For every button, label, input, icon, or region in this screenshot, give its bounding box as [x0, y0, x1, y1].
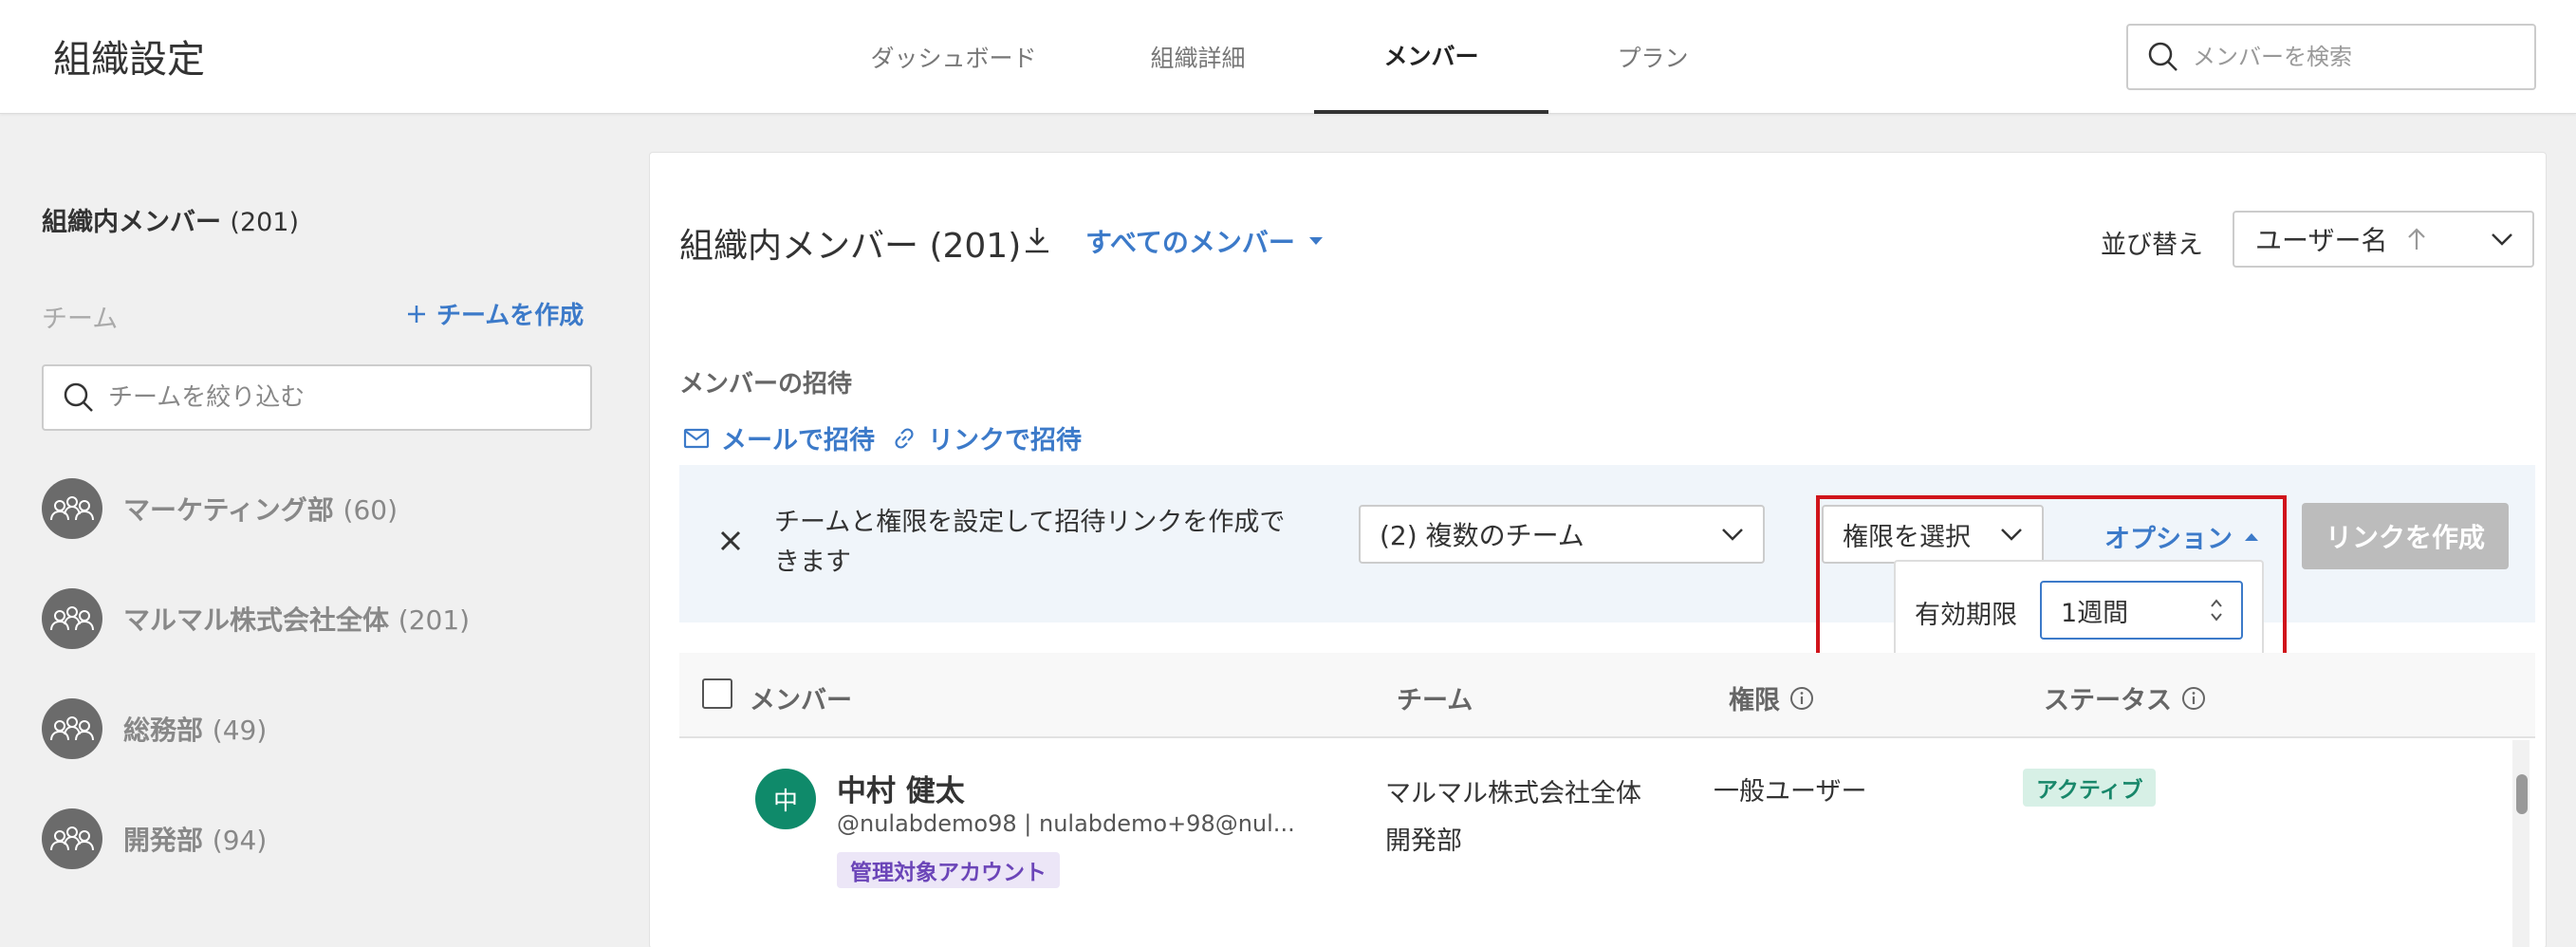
team-name: 開発部 (94) [123, 825, 268, 856]
column-header-team[interactable]: チーム [1397, 679, 1473, 716]
search-input[interactable] [2193, 44, 2515, 70]
team-name: マルマル株式会社全体 (201) [123, 604, 471, 636]
avatar: 中 [755, 769, 816, 829]
permission-placeholder: 権限を選択 [1843, 522, 1971, 552]
search-icon [2148, 42, 2178, 71]
chevron-down-icon [2001, 529, 2022, 541]
scrollbar-thumb[interactable] [2516, 774, 2528, 814]
options-label: オプション [2104, 525, 2233, 554]
expiry-select[interactable]: 1週間 [2040, 581, 2243, 640]
close-icon [720, 530, 741, 551]
invite-description: チームと権限を設定して招待リンクを作成できます [774, 508, 1286, 577]
team-name: マーケティング部 (60) [123, 494, 398, 526]
invite-team-select[interactable]: (2) 複数のチーム [1359, 505, 1765, 564]
close-invite-button[interactable] [713, 524, 748, 558]
expiry-label: 有効期限 [1915, 601, 2017, 630]
tab-dashboard[interactable]: ダッシュボード [825, 0, 1082, 114]
table-header [679, 653, 2535, 738]
member-team: マルマル株式会社全体 [1385, 779, 1641, 808]
info-icon[interactable] [1789, 686, 1814, 711]
invite-by-link-label: リンクで招待 [928, 426, 1082, 455]
team-group-icon [42, 698, 102, 759]
chevron-down-icon [1722, 529, 1743, 541]
sidebar-heading-label: 組織内メンバー [42, 208, 221, 237]
sidebar-team-item[interactable]: マルマル株式会社全体 (201) [42, 588, 470, 649]
team-group-icon [42, 478, 102, 539]
teams-label: チーム [42, 305, 119, 334]
member-permission: 一般ユーザー [1714, 777, 1867, 807]
options-toggle[interactable]: オプション [2104, 518, 2259, 555]
managed-account-badge: 管理対象アカウント [837, 852, 1060, 888]
members-title: 組織内メンバー (201) [679, 227, 1022, 266]
invite-by-email-link[interactable]: メールで招待 [683, 419, 875, 456]
member-filter-label: すべてのメンバー [1085, 227, 1295, 258]
column-header-member[interactable]: メンバー [750, 679, 852, 716]
invite-links: メールで招待 リンクで招待 [683, 419, 1082, 456]
search-icon [64, 382, 93, 412]
up-down-arrows-icon [2211, 599, 2222, 622]
create-team-button[interactable]: チームを作成 [406, 296, 584, 331]
create-link-button[interactable]: リンクを作成 [2302, 503, 2509, 569]
sort-value: ユーザー名 [2255, 225, 2388, 256]
invite-by-email-label: メールで招待 [721, 426, 875, 455]
tab-org-details[interactable]: 組織詳細 [1082, 0, 1314, 114]
invite-heading: メンバーの招待 [679, 370, 853, 399]
caret-up-icon [2245, 532, 2258, 541]
chevron-down-icon [2492, 233, 2512, 246]
sidebar-team-item[interactable]: 総務部 (49) [42, 698, 267, 759]
sidebar-heading[interactable]: 組織内メンバー (201) [42, 201, 299, 238]
team-filter[interactable] [42, 364, 592, 431]
download-icon[interactable] [1021, 224, 1053, 256]
member-name[interactable]: 中村 健太 [837, 767, 965, 809]
column-header-status[interactable]: ステータス [2044, 679, 2206, 716]
invite-team-value: (2) 複数のチーム [1380, 520, 1585, 551]
column-header-permission[interactable]: 権限 [1729, 679, 1814, 716]
mail-icon [683, 428, 710, 448]
page-title: 組織設定 [53, 38, 205, 82]
caret-down-icon [1308, 237, 1323, 245]
plus-icon [408, 305, 425, 323]
tab-plan[interactable]: プラン [1548, 0, 1757, 114]
team-group-icon [42, 588, 102, 649]
top-header: 組織設定 ダッシュボード 組織詳細 メンバー プラン [0, 0, 2576, 114]
create-team-label: チームを作成 [436, 302, 584, 330]
tab-members[interactable]: メンバー [1314, 0, 1548, 114]
expiry-value: 1週間 [2061, 598, 2129, 628]
sort-label: 並び替え [2101, 231, 2203, 260]
scrollbar-track[interactable] [2512, 740, 2530, 947]
select-all-checkbox[interactable] [702, 678, 732, 709]
team-group-icon [42, 808, 102, 869]
sidebar-team-item[interactable]: マーケティング部 (60) [42, 478, 398, 539]
member-teams: マルマル株式会社全体 開発部 [1385, 771, 1641, 865]
permission-select[interactable]: 権限を選択 [1822, 505, 2044, 564]
invite-by-link-link[interactable]: リンクで招待 [892, 419, 1082, 456]
sidebar-team-item[interactable]: 開発部 (94) [42, 808, 267, 869]
status-badge: アクティブ [2023, 769, 2157, 807]
team-name: 総務部 (49) [123, 715, 268, 746]
sort-select[interactable]: ユーザー名 [2233, 211, 2534, 268]
member-username-email: @nulabdemo98 | nulabdemo+98@nul... [837, 810, 1295, 837]
link-icon [895, 427, 914, 449]
main-tabs: ダッシュボード 組織詳細 メンバー プラン [825, 0, 1757, 114]
sidebar-heading-count: (201) [230, 208, 300, 237]
team-filter-input[interactable] [108, 383, 564, 412]
arrow-up-icon [2408, 228, 2426, 250]
member-search[interactable] [2126, 24, 2536, 90]
member-filter-dropdown[interactable]: すべてのメンバー [1085, 222, 1324, 260]
member-team: 開発部 [1385, 826, 1462, 856]
info-icon[interactable] [2181, 686, 2206, 711]
